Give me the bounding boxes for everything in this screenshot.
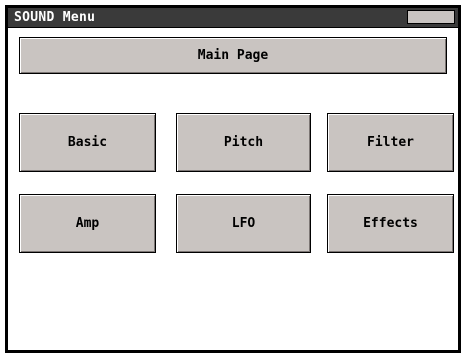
page-title: SOUND Menu — [14, 10, 96, 25]
filter-button[interactable]: Filter — [327, 113, 454, 172]
sound-menu-screen: SOUND Menu Main Page Basic Pitch Filter … — [5, 5, 461, 353]
main-page-button[interactable]: Main Page — [19, 37, 447, 74]
amp-button[interactable]: Amp — [19, 194, 156, 253]
title-bar: SOUND Menu — [8, 8, 458, 28]
effects-button[interactable]: Effects — [327, 194, 454, 253]
pitch-button[interactable]: Pitch — [176, 113, 311, 172]
lfo-button[interactable]: LFO — [176, 194, 311, 253]
title-indicator-box — [407, 10, 455, 24]
basic-button[interactable]: Basic — [19, 113, 156, 172]
